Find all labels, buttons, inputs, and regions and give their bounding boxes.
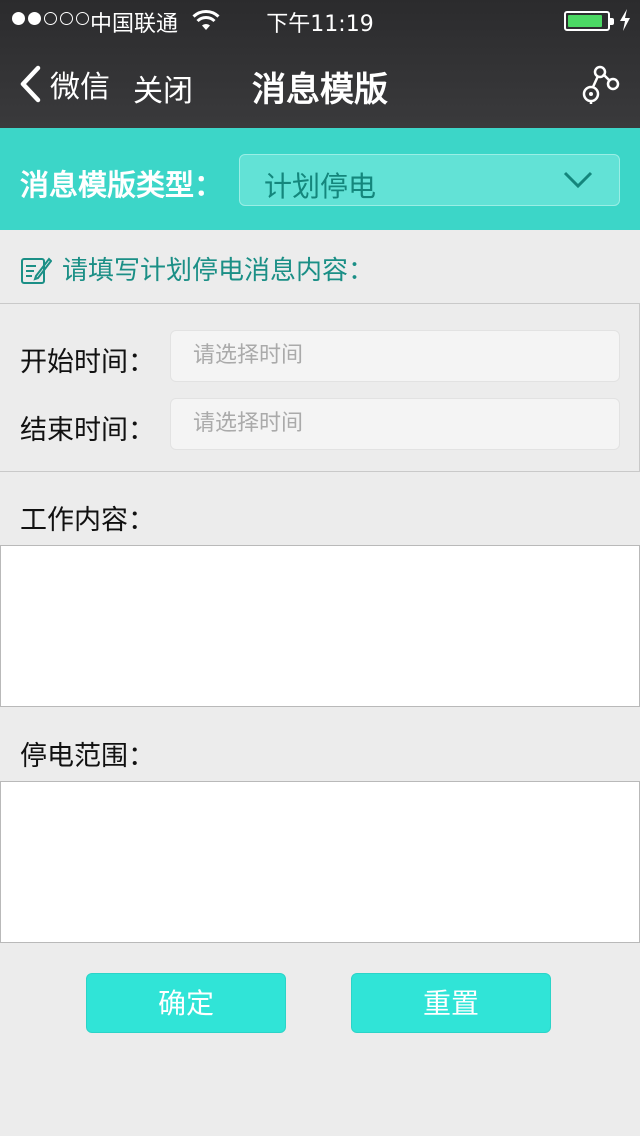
work-content-label: 工作内容：: [20, 505, 155, 536]
work-content-textarea[interactable]: [0, 545, 640, 707]
instruction-text: 请填写计划停电消息内容：: [62, 256, 375, 286]
battery-icon: [564, 11, 614, 31]
share-icon[interactable]: [580, 64, 620, 106]
reset-button[interactable]: 重置: [351, 973, 551, 1033]
template-type-value: 计划停电: [264, 170, 377, 203]
start-time-input[interactable]: 请选择时间: [170, 330, 620, 382]
outage-range-textarea[interactable]: [0, 781, 640, 943]
charging-icon: [620, 9, 630, 31]
time-section: 开始时间： 请选择时间 结束时间： 请选择时间: [0, 303, 640, 472]
end-time-label: 结束时间：: [20, 415, 155, 446]
instruction-hint: 请填写计划停电消息内容：: [20, 250, 374, 287]
end-time-input[interactable]: 请选择时间: [170, 398, 620, 450]
chevron-down-icon: [563, 171, 593, 189]
navigation-bar: 微信 关闭 消息模版: [0, 40, 640, 128]
start-time-label: 开始时间：: [20, 347, 155, 378]
battery-fill: [568, 15, 602, 27]
template-type-section: 消息模版类型： 计划停电: [0, 128, 640, 230]
template-type-select[interactable]: 计划停电: [239, 154, 620, 206]
edit-icon: [21, 256, 52, 284]
clock: 下午11:19: [266, 12, 374, 37]
confirm-button[interactable]: 确定: [86, 973, 286, 1033]
status-bar: 中国联通 下午11:19: [0, 0, 640, 40]
top-bar: 中国联通 下午11:19 微信 关闭 消息模版: [0, 0, 640, 128]
outage-range-label: 停电范围：: [20, 741, 155, 772]
page-title: 消息模版: [252, 70, 388, 110]
template-type-label: 消息模版类型：: [20, 168, 224, 202]
